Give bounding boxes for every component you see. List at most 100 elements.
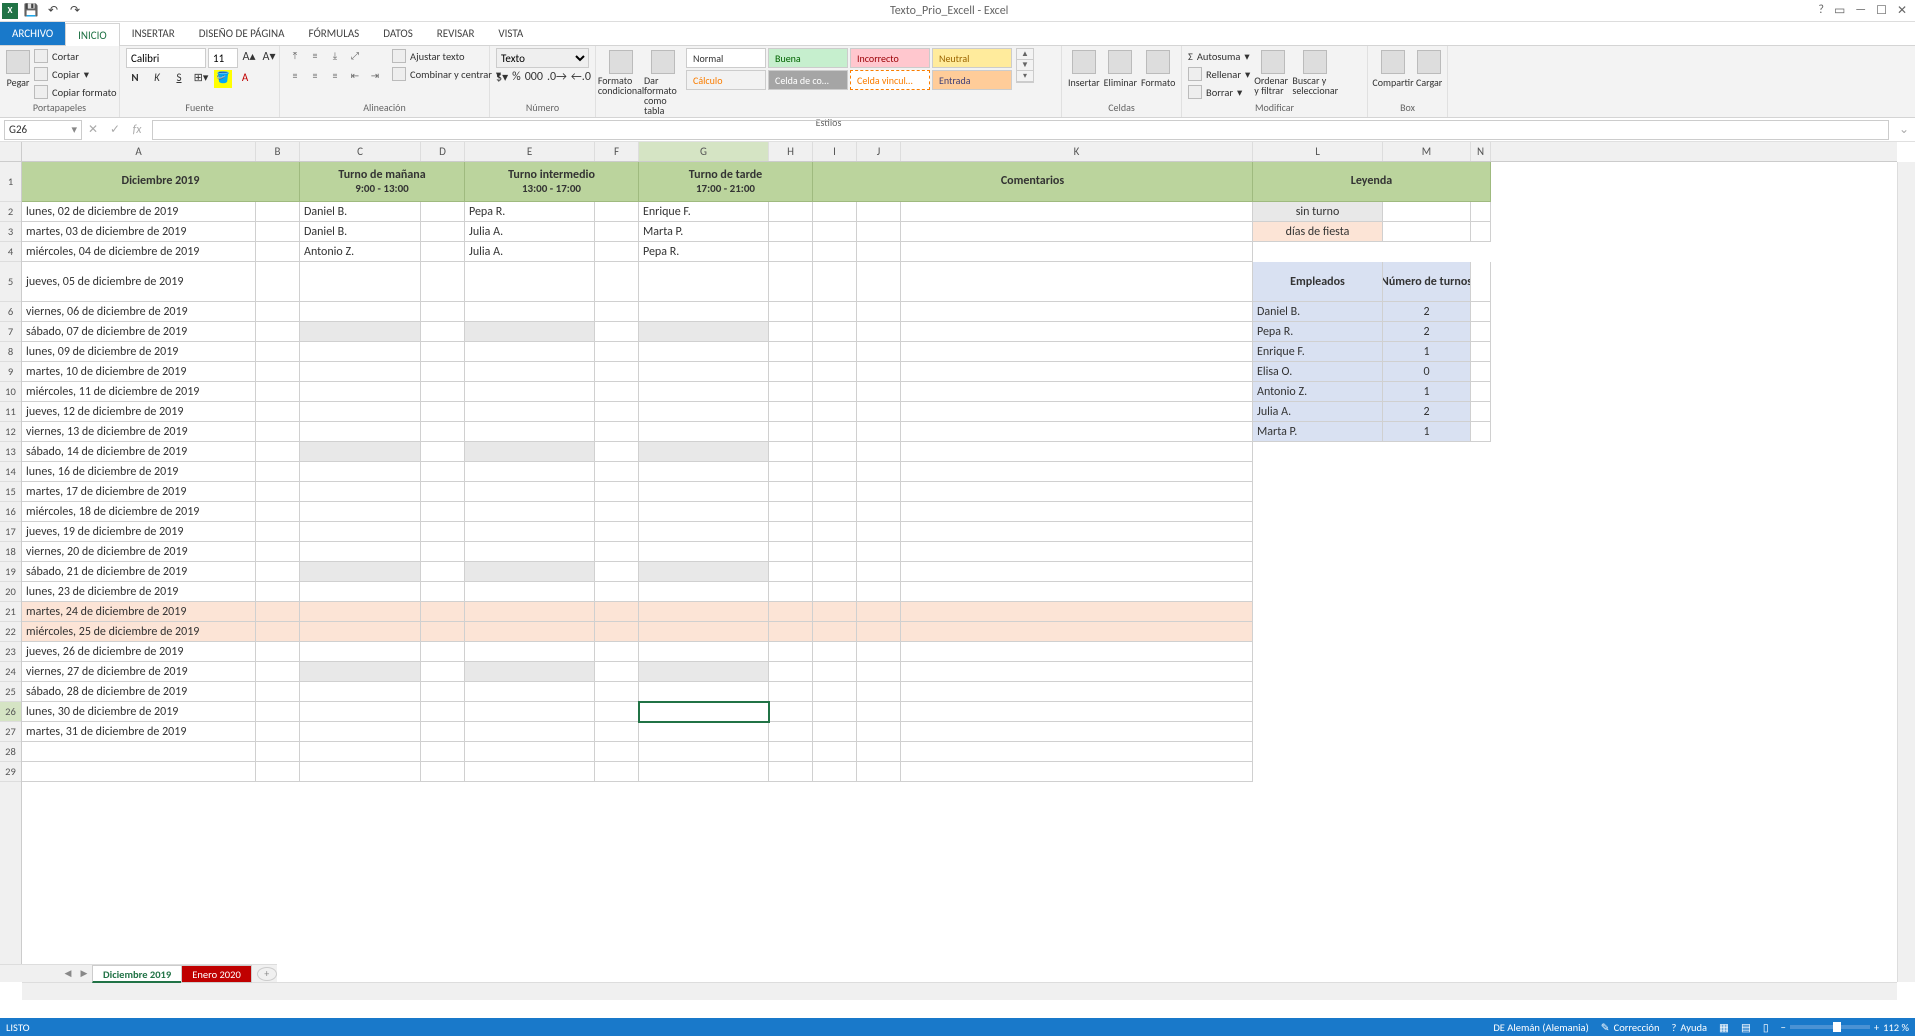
cell-C26[interactable] [300,702,421,722]
cell-E5[interactable] [465,262,595,302]
cell-L8[interactable]: Enrique F. [1253,342,1383,362]
cell-M9[interactable]: 0 [1383,362,1471,382]
cell-F27[interactable] [595,722,639,742]
cell-A25[interactable]: sábado, 28 de diciembre de 2019 [22,682,256,702]
cell-N10[interactable] [1471,382,1491,402]
cell-M12[interactable]: 1 [1383,422,1471,442]
cell-D20[interactable] [421,582,465,602]
cell-I12[interactable] [813,422,857,442]
row-header-20[interactable]: 20 [0,582,21,602]
style-neutral[interactable]: Neutral [932,48,1012,68]
format-as-table-button[interactable]: Dar formato como tabla [644,48,682,116]
cell-E25[interactable] [465,682,595,702]
row-header-17[interactable]: 17 [0,522,21,542]
row-header-16[interactable]: 16 [0,502,21,522]
zoom-slider[interactable]: − + 112 % [1781,1021,1909,1034]
align-right-icon[interactable]: ≡ [326,68,344,86]
cell-J9[interactable] [857,362,901,382]
cell-E2[interactable]: Pepa R. [465,202,595,222]
cell-J17[interactable] [857,522,901,542]
cell-B7[interactable] [256,322,300,342]
cell-C20[interactable] [300,582,421,602]
cell-I11[interactable] [813,402,857,422]
cell-J18[interactable] [857,542,901,562]
sheet-nav-next-icon[interactable]: ▶ [76,968,92,979]
cancel-formula-icon[interactable]: ✕ [82,122,104,137]
cell-C12[interactable] [300,422,421,442]
cell-A2[interactable]: lunes, 02 de diciembre de 2019 [22,202,256,222]
cell-B6[interactable] [256,302,300,322]
cell-H8[interactable] [769,342,813,362]
cell-H19[interactable] [769,562,813,582]
save-icon[interactable]: 💾 [22,2,40,20]
cell-K9[interactable] [901,362,1253,382]
cell-J26[interactable] [857,702,901,722]
cell-C8[interactable] [300,342,421,362]
cell-N26[interactable] [1471,702,1491,722]
cell-A26[interactable]: lunes, 30 de diciembre de 2019 [22,702,256,722]
cell-D19[interactable] [421,562,465,582]
cell-G6[interactable] [639,302,769,322]
cell-D21[interactable] [421,602,465,622]
cell-H20[interactable] [769,582,813,602]
select-all-corner[interactable] [0,142,22,162]
row-header-12[interactable]: 12 [0,422,21,442]
row-header-22[interactable]: 22 [0,622,21,642]
add-sheet-button[interactable]: + [257,967,277,981]
row-header-8[interactable]: 8 [0,342,21,362]
cell-E23[interactable] [465,642,595,662]
cell-L3[interactable]: días de fiesta [1253,222,1383,242]
header-K[interactable]: Comentarios [813,162,1253,202]
styles-scroll[interactable]: ▲▼▾ [1016,48,1034,83]
cell-M5[interactable]: Número de turnos [1383,262,1471,302]
cell-H6[interactable] [769,302,813,322]
view-layout-icon[interactable]: ▤ [1741,1021,1751,1034]
cell-A28[interactable] [22,742,256,762]
copy-button[interactable]: Copiar ▾ [34,66,117,82]
tab-data[interactable]: DATOS [371,22,425,45]
cell-H27[interactable] [769,722,813,742]
cell-J24[interactable] [857,662,901,682]
column-header-M[interactable]: M [1383,142,1471,161]
cell-G29[interactable] [639,762,769,782]
tab-formulas[interactable]: FÓRMULAS [297,22,372,45]
thousands-icon[interactable]: 000 [525,70,543,85]
cell-J7[interactable] [857,322,901,342]
row-header-10[interactable]: 10 [0,382,21,402]
merge-center-button[interactable]: Combinar y centrar ▾ [392,66,501,82]
cell-K12[interactable] [901,422,1253,442]
cell-M7[interactable]: 2 [1383,322,1471,342]
cell-M20[interactable] [1383,582,1471,602]
column-header-J[interactable]: J [857,142,901,161]
cell-F6[interactable] [595,302,639,322]
cell-N15[interactable] [1471,482,1491,502]
sheet-nav-prev-icon[interactable]: ◀ [60,968,76,979]
cell-I23[interactable] [813,642,857,662]
spreadsheet-grid[interactable]: ABCDEFGHIJKLMN 1234567891011121314151617… [0,142,1915,1000]
cell-A14[interactable]: lunes, 16 de diciembre de 2019 [22,462,256,482]
style-entrada[interactable]: Entrada [932,70,1012,90]
header-G[interactable]: Turno de tarde17:00 - 21:00 [639,162,813,202]
border-button[interactable]: ⊞▾ [192,70,210,88]
cell-K19[interactable] [901,562,1253,582]
cell-H9[interactable] [769,362,813,382]
style-buena[interactable]: Buena [768,48,848,68]
cell-C28[interactable] [300,742,421,762]
cell-D18[interactable] [421,542,465,562]
vertical-scrollbar[interactable] [1897,162,1915,982]
cell-A27[interactable]: martes, 31 de diciembre de 2019 [22,722,256,742]
cell-I13[interactable] [813,442,857,462]
row-header-25[interactable]: 25 [0,682,21,702]
cell-G14[interactable] [639,462,769,482]
cell-J10[interactable] [857,382,901,402]
cell-E9[interactable] [465,362,595,382]
row-header-6[interactable]: 6 [0,302,21,322]
cell-G23[interactable] [639,642,769,662]
tab-page-layout[interactable]: DISEÑO DE PÁGINA [187,22,297,45]
column-header-F[interactable]: F [595,142,639,161]
cell-D3[interactable] [421,222,465,242]
cell-D2[interactable] [421,202,465,222]
cell-K28[interactable] [901,742,1253,762]
cell-J12[interactable] [857,422,901,442]
cell-I19[interactable] [813,562,857,582]
